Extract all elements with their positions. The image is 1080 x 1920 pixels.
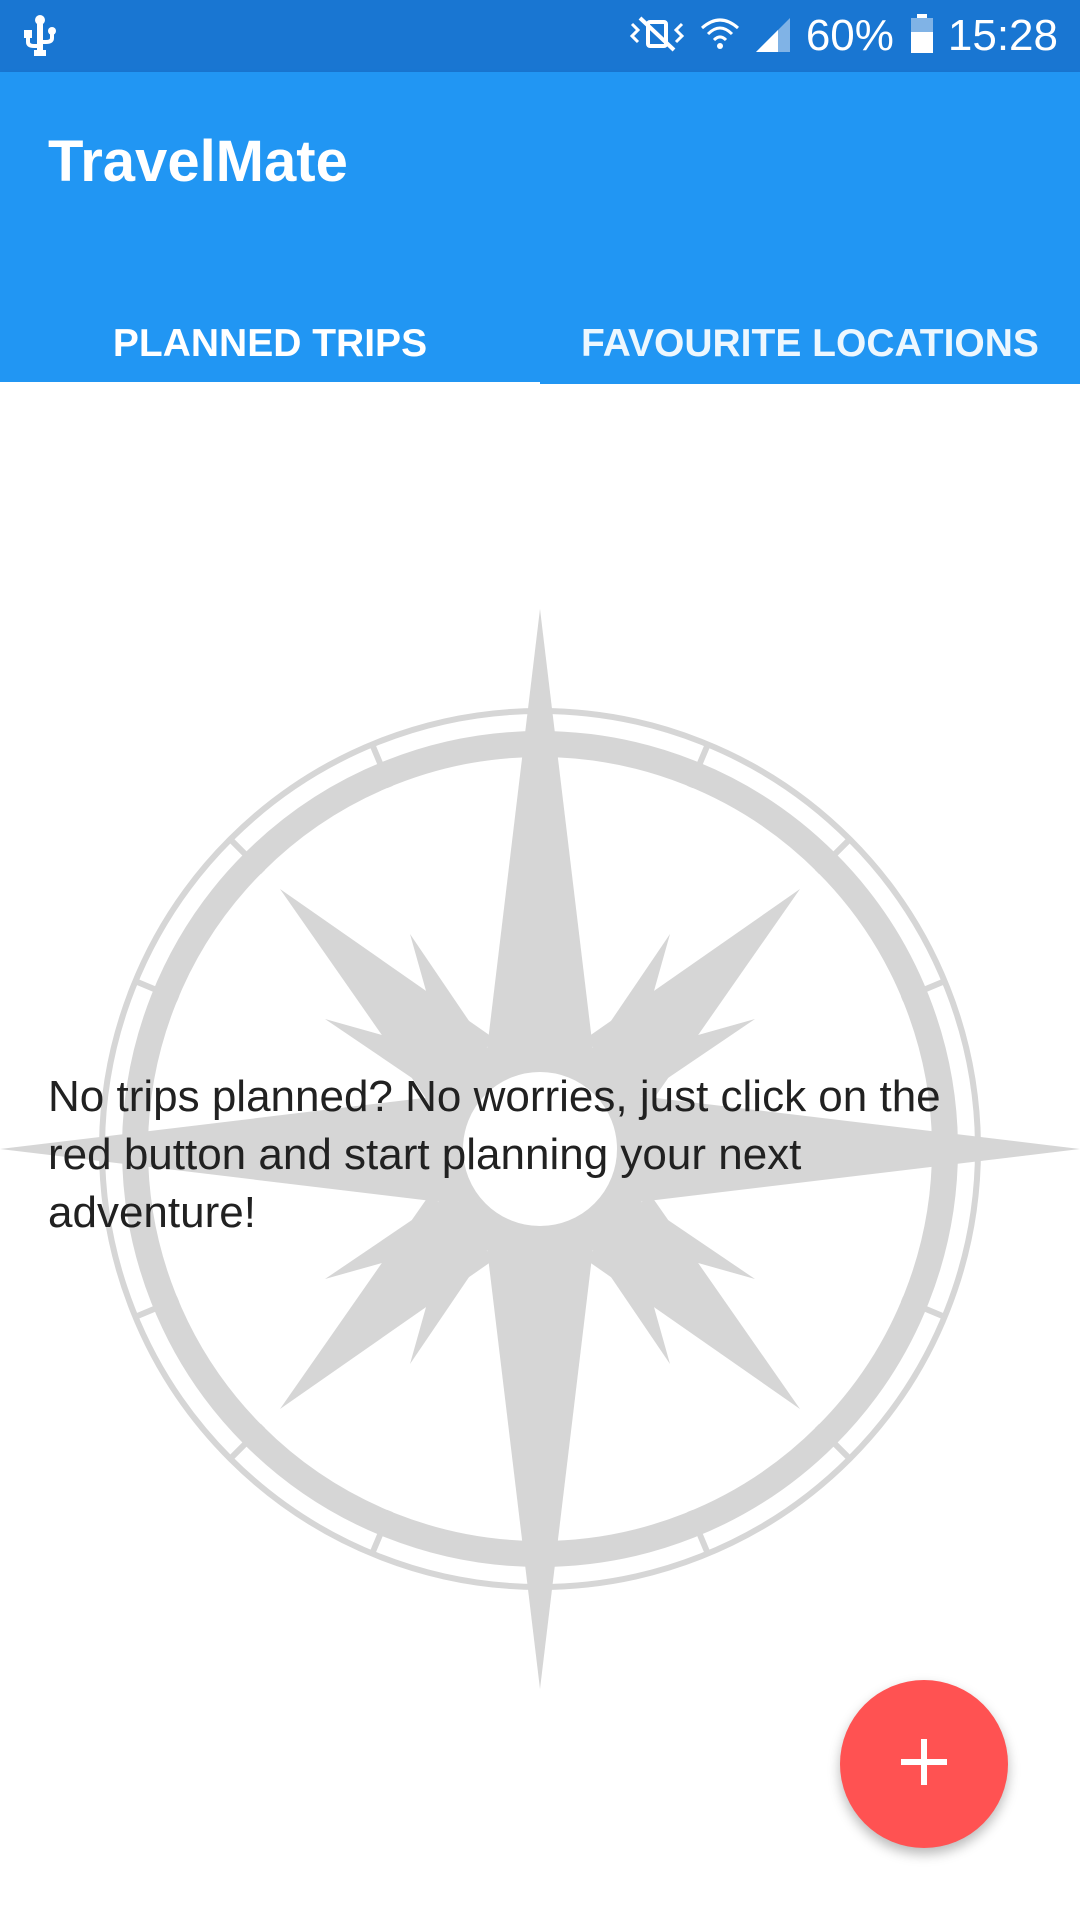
plus-icon	[901, 1738, 947, 1790]
status-icons: 60% 15:28	[628, 0, 1058, 72]
tab-label: FAVOURITE LOCATIONS	[581, 322, 1039, 365]
battery-percent: 60%	[805, 11, 894, 60]
wifi-icon	[700, 14, 740, 59]
battery-icon	[910, 13, 934, 59]
tab-favourite-locations[interactable]: FAVOURITE LOCATIONS	[540, 304, 1080, 384]
app-bar: TravelMate PLANNED TRIPS FAVOURITE LOCAT…	[0, 72, 1080, 388]
tab-bar: PLANNED TRIPS FAVOURITE LOCATIONS	[0, 304, 1080, 388]
signal-icon	[754, 14, 792, 59]
tab-label: PLANNED TRIPS	[112, 322, 428, 365]
status-bar: 60% 15:28	[0, 0, 1080, 72]
usb-icon	[22, 14, 62, 58]
app-title: TravelMate	[48, 129, 348, 194]
tab-planned-trips[interactable]: PLANNED TRIPS	[0, 304, 540, 388]
vibrate-mute-icon	[628, 14, 686, 59]
empty-state-message: No trips planned? No worries, just click…	[48, 1072, 941, 1237]
clock: 15:28	[947, 11, 1058, 60]
add-trip-button[interactable]	[840, 1680, 1008, 1848]
